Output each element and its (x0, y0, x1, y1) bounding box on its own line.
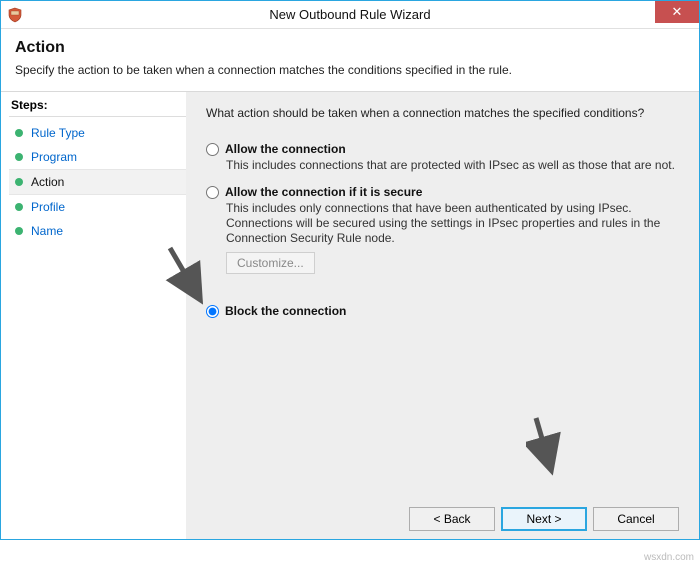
step-program[interactable]: Program (9, 145, 186, 169)
steps-sidebar: Steps: Rule Type Program Action Profile … (1, 92, 186, 539)
window-title: New Outbound Rule Wizard (1, 7, 699, 22)
step-action[interactable]: Action (9, 169, 186, 195)
page-title: Action (15, 39, 685, 57)
cancel-button[interactable]: Cancel (593, 507, 679, 531)
step-bullet-icon (15, 178, 23, 186)
step-label: Rule Type (31, 126, 85, 140)
radio-allow[interactable] (206, 143, 219, 156)
steps-heading: Steps: (9, 98, 186, 117)
wizard-footer: < Back Next > Cancel (206, 497, 679, 531)
step-label: Program (31, 150, 77, 164)
customize-button: Customize... (226, 252, 315, 274)
step-rule-type[interactable]: Rule Type (9, 121, 186, 145)
option-allow-row[interactable]: Allow the connection (206, 142, 679, 156)
next-button[interactable]: Next > (501, 507, 587, 531)
step-bullet-icon (15, 129, 23, 137)
watermark: wsxdn.com (644, 552, 694, 563)
option-block-label: Block the connection (225, 304, 346, 318)
close-button[interactable]: ✕ (655, 1, 699, 23)
option-allow-desc: This includes connections that are prote… (226, 158, 679, 173)
step-bullet-icon (15, 227, 23, 235)
wizard-window: New Outbound Rule Wizard ✕ Action Specif… (0, 0, 700, 540)
step-label: Name (31, 224, 63, 238)
option-allow: Allow the connection This includes conne… (206, 142, 679, 173)
option-allow-secure-label: Allow the connection if it is secure (225, 185, 422, 199)
action-question: What action should be taken when a conne… (206, 106, 679, 120)
step-profile[interactable]: Profile (9, 195, 186, 219)
back-button[interactable]: < Back (409, 507, 495, 531)
titlebar: New Outbound Rule Wizard ✕ (1, 1, 699, 29)
step-label: Action (31, 175, 64, 189)
option-allow-secure: Allow the connection if it is secure Thi… (206, 185, 679, 274)
main-panel: What action should be taken when a conne… (186, 92, 699, 539)
option-block: Block the connection (206, 304, 679, 318)
option-block-row[interactable]: Block the connection (206, 304, 679, 318)
option-allow-label: Allow the connection (225, 142, 346, 156)
step-bullet-icon (15, 153, 23, 161)
page-subtitle: Specify the action to be taken when a co… (15, 63, 685, 77)
wizard-header: Action Specify the action to be taken wh… (1, 29, 699, 92)
step-bullet-icon (15, 203, 23, 211)
option-allow-secure-row[interactable]: Allow the connection if it is secure (206, 185, 679, 199)
option-allow-secure-desc: This includes only connections that have… (226, 201, 679, 246)
radio-allow-secure[interactable] (206, 186, 219, 199)
radio-block[interactable] (206, 305, 219, 318)
annotation-arrow-icon (526, 412, 566, 482)
close-icon: ✕ (672, 4, 683, 20)
step-name[interactable]: Name (9, 219, 186, 243)
step-label: Profile (31, 200, 65, 214)
wizard-body: Steps: Rule Type Program Action Profile … (1, 92, 699, 539)
